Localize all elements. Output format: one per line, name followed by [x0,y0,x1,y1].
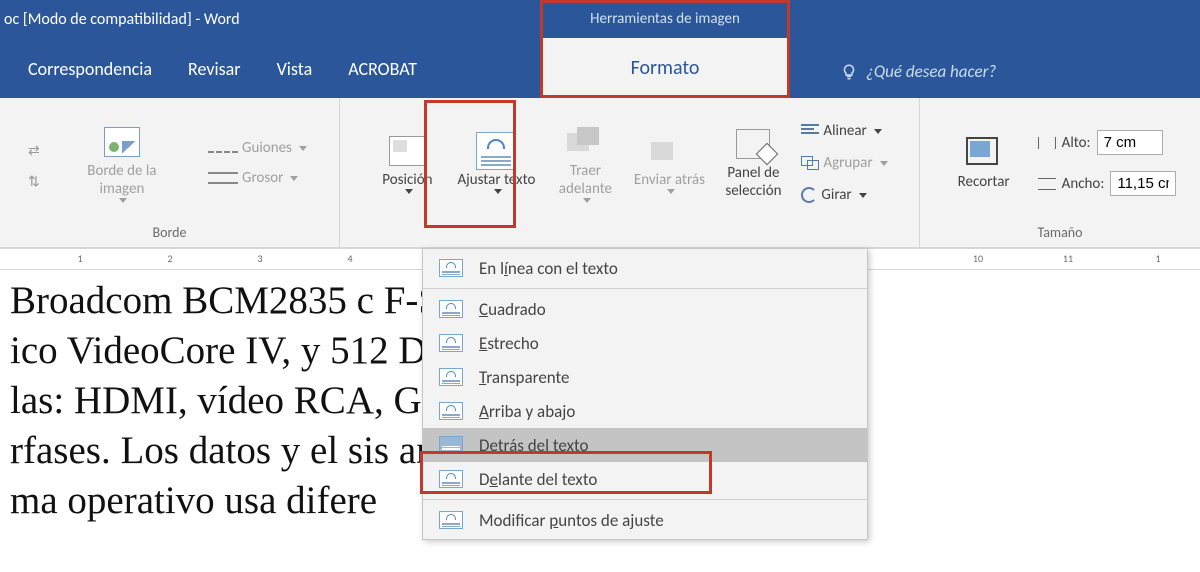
edit-points-icon [437,509,465,531]
tab-formato[interactable]: Formato [540,38,790,98]
traer-adelante-button[interactable]: Traer adelante [545,120,625,207]
square-icon [437,298,465,320]
tell-me-placeholder: ¿Qué desea hacer? [866,61,996,82]
group-tamano: Recortar Alto: Ancho: Tamaño [920,98,1200,247]
topbottom-icon [437,400,465,422]
weight-icon [208,172,238,184]
through-icon [437,366,465,388]
rotate-icon [801,187,817,203]
menu-inline[interactable]: En línea con el texto [423,251,867,285]
wrap-text-menu: En línea con el texto Cuadrado Estrecho … [422,248,868,540]
flip-h-icon[interactable]: ⇄ [28,142,40,159]
ruler-mark: 1 [77,252,82,265]
alinear-button[interactable]: Alinear [797,120,885,142]
chevron-down-icon [290,176,298,181]
menu-behind[interactable]: Detrás del texto [423,428,867,462]
flip-v-icon[interactable]: ⇅ [28,173,40,190]
contextual-tab-header: Herramientas de imagen [540,0,790,38]
tab-correspondencia[interactable]: Correspondencia [24,44,156,98]
menu-square[interactable]: Cuadrado [423,292,867,326]
menu-separator [423,499,867,500]
tab-acrobat[interactable]: ACROBAT [344,44,421,98]
width-icon [1038,178,1056,190]
title-bar: oc [Modo de compatibilidad] - Word Herra… [0,0,1200,38]
ajustar-texto-button[interactable]: Ajustar texto [451,129,541,198]
ancho-label: Ancho: [1062,175,1105,193]
chevron-down-icon [874,129,882,134]
menu-front[interactable]: Delante del texto [423,462,867,496]
behind-icon [437,434,465,456]
borde-imagen-button[interactable]: Borde de la imagen [82,120,162,207]
menu-edit-points[interactable]: Modificar puntos de ajuste [423,503,867,537]
chevron-down-icon [119,198,127,203]
selection-pane-icon [733,126,773,162]
chevron-down-icon [494,189,502,194]
tight-icon [437,332,465,354]
group-label-tamano: Tamaño [1037,222,1082,245]
ribbon-tabs: Correspondencia Revisar Vista ACROBAT Fo… [0,38,1200,98]
recortar-button[interactable]: Recortar [944,131,1024,195]
menu-tight[interactable]: Estrecho [423,326,867,360]
panel-seleccion-button[interactable]: Panel de selección [713,122,793,204]
picture-border-icon [102,124,142,160]
group-icon [801,156,819,170]
tell-me-search[interactable]: ¿Qué desea hacer? [840,61,996,82]
window-title: oc [Modo de compatibilidad] - Word [0,10,240,29]
front-icon [437,468,465,490]
align-icon [801,124,819,138]
chevron-down-icon [667,189,675,194]
group-organizar: Posición Ajustar texto Traer adelante En… [340,98,920,247]
inline-icon [437,257,465,279]
ancho-input[interactable] [1110,171,1176,196]
wrap-text-icon [476,133,516,169]
ruler-mark: 3 [257,252,262,265]
position-icon [387,133,427,169]
tab-vista[interactable]: Vista [273,44,317,98]
ruler-mark: 2 [167,252,172,265]
dashes-icon [208,143,238,153]
ruler-mark: 11 [1063,252,1073,265]
group-label-organizar [628,222,631,245]
ribbon: ⇄ ⇅ Borde de la imagen Guiones Grosor Bo… [0,98,1200,248]
ancho-row: Ancho: [1038,171,1177,196]
chevron-down-icon [880,161,888,166]
enviar-atras-button[interactable]: Enviar atrás [629,129,709,198]
alto-row: Alto: [1038,130,1163,155]
borde-small-icons: ⇄ ⇅ [28,136,40,190]
menu-separator [423,288,867,289]
group-borde: ⇄ ⇅ Borde de la imagen Guiones Grosor Bo… [0,98,340,247]
ruler-mark: 4 [347,252,352,265]
grosor-button[interactable]: Grosor [204,167,302,189]
lightbulb-icon [840,63,858,81]
tab-formato-label: Formato [631,56,700,80]
tab-revisar[interactable]: Revisar [184,44,245,98]
alto-label: Alto: [1062,134,1091,152]
chevron-down-icon [859,193,867,198]
chevron-down-icon [583,198,591,203]
guiones-button[interactable]: Guiones [204,137,311,159]
height-icon [1038,137,1056,149]
posicion-button[interactable]: Posición [367,129,447,198]
ruler-mark: 10 [973,252,983,265]
chevron-down-icon [405,189,413,194]
menu-through[interactable]: Transparente [423,360,867,394]
alto-input[interactable] [1097,130,1163,155]
chevron-down-icon [299,146,307,151]
bring-forward-icon [565,124,605,160]
group-label-borde: Borde [152,222,186,245]
send-backward-icon [649,133,689,169]
ruler-mark: 1 [1155,252,1160,265]
crop-icon [964,135,1004,171]
girar-button[interactable]: Girar [797,184,870,206]
contextual-tab-label: Herramientas de imagen [590,10,740,28]
menu-topbottom[interactable]: Arriba y abajo [423,394,867,428]
agrupar-button[interactable]: Agrupar [797,152,891,174]
